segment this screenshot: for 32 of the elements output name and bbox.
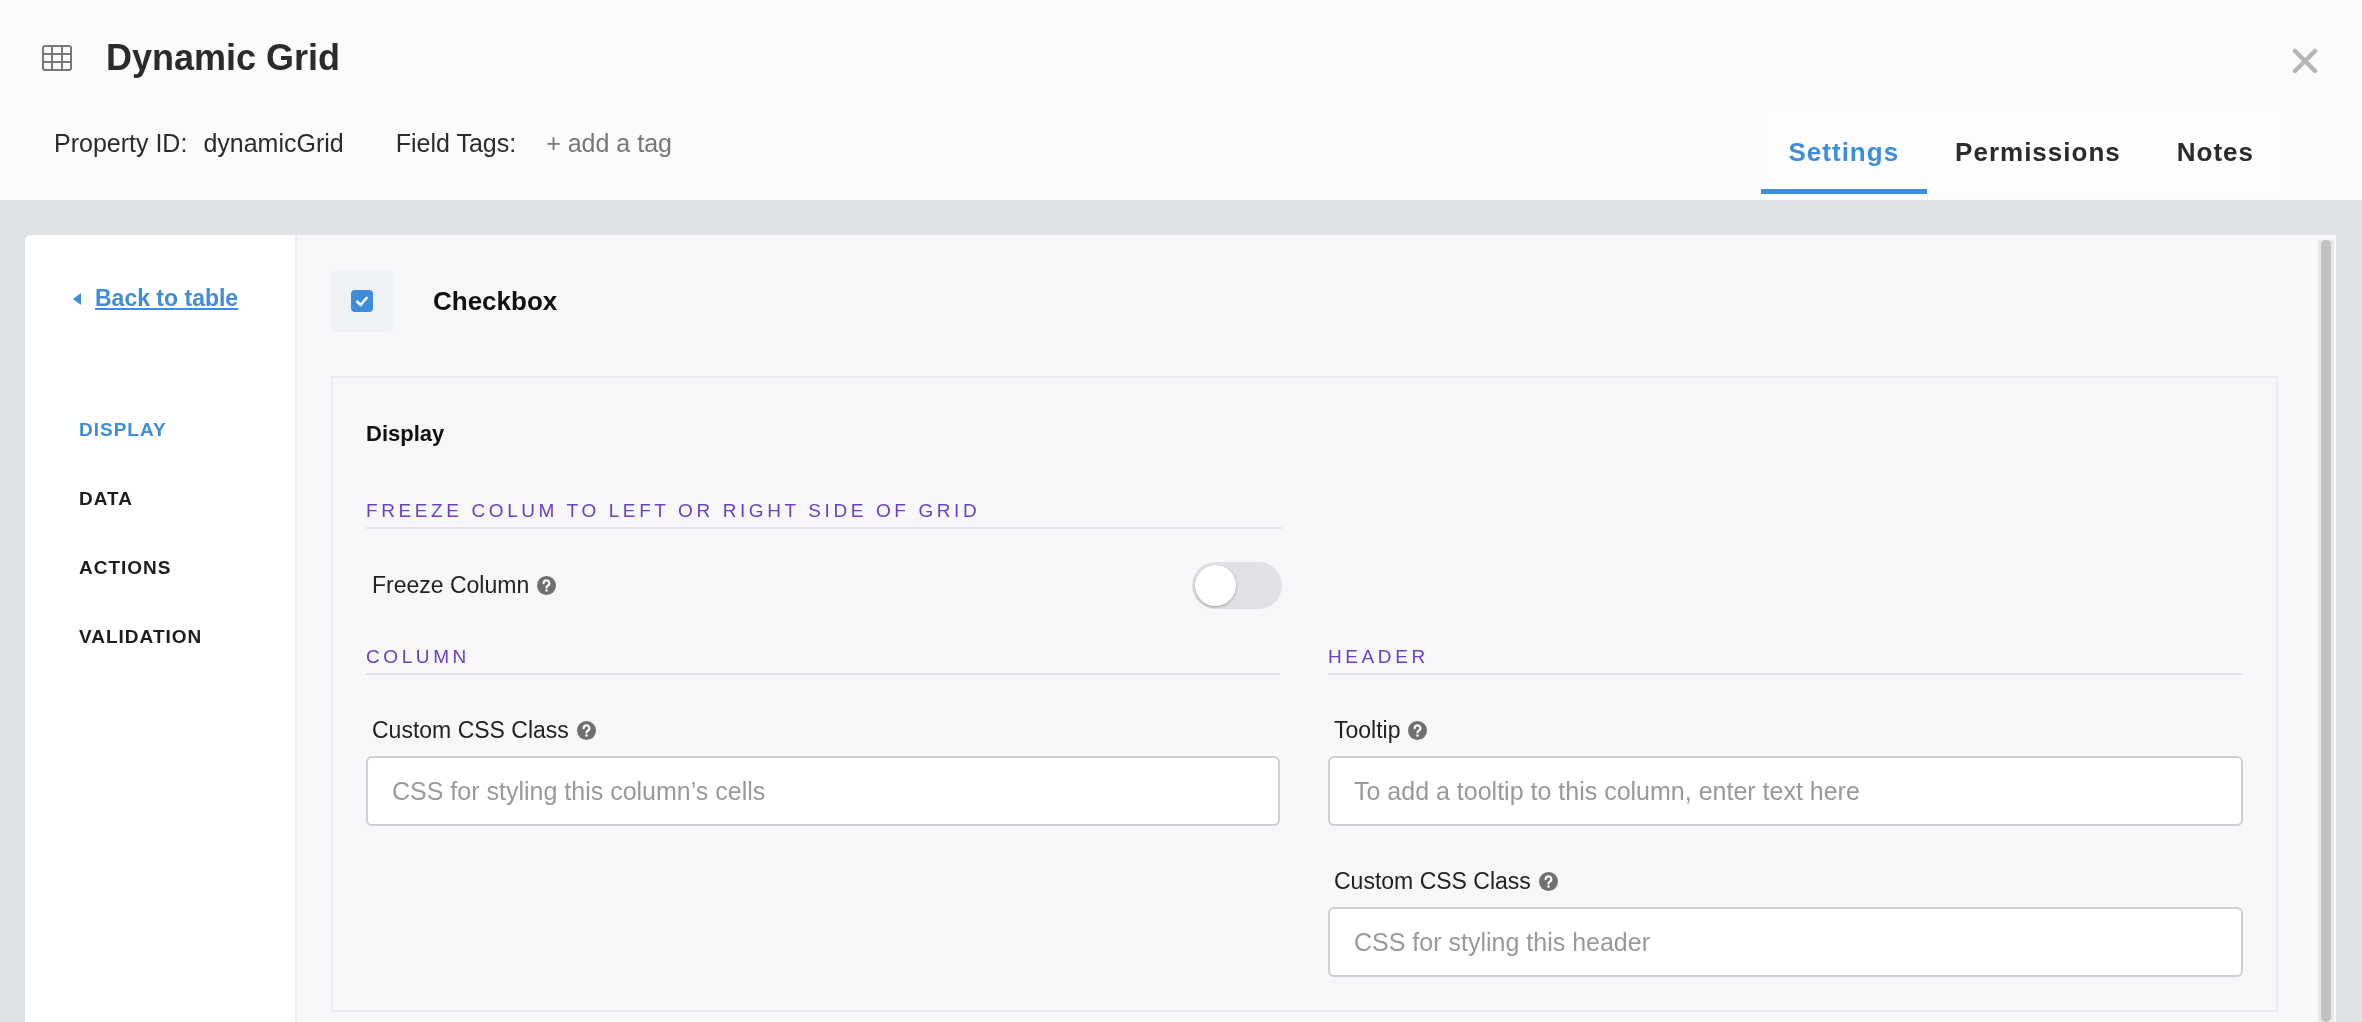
- help-icon: [576, 721, 596, 740]
- property-id-value: dynamicGrid: [203, 129, 344, 158]
- help-icon: [1408, 721, 1428, 740]
- section-heading: COLUMN: [366, 646, 470, 668]
- help-icon: [537, 576, 557, 595]
- checkbox[interactable]: [351, 290, 373, 312]
- caret-icon: [73, 292, 81, 305]
- add-tag-link[interactable]: + add a tag: [546, 129, 672, 158]
- section-heading: FREEZE COLUM TO LEFT OR RIGHT SIDE OF GRID: [366, 500, 981, 522]
- sidebar-item[interactable]: ACTIONS: [79, 557, 295, 579]
- property-id-label: Property ID:: [54, 129, 188, 158]
- field-label: Custom CSS Class: [372, 717, 569, 744]
- panel-title: Display: [366, 421, 445, 447]
- field-label: Tooltip: [1334, 717, 1401, 744]
- close-icon[interactable]: [2292, 48, 2318, 74]
- toggle-label: Freeze Column: [372, 572, 530, 599]
- tab[interactable]: Notes: [2148, 111, 2282, 194]
- section-heading: HEADER: [1328, 646, 1429, 668]
- text-input[interactable]: CSS for styling this header: [1328, 907, 2243, 977]
- dialog-title: Dynamic Grid: [106, 37, 341, 79]
- field-type-title: Checkbox: [433, 285, 558, 317]
- help-icon: [1538, 872, 1558, 891]
- text-input[interactable]: CSS for styling this column’s cells: [366, 756, 1280, 826]
- field-tags-label: Field Tags:: [395, 129, 517, 158]
- sidebar-item[interactable]: VALIDATION: [79, 626, 295, 648]
- grid-icon: [42, 45, 72, 71]
- scrollbar-thumb[interactable]: [2321, 240, 2331, 1022]
- sidebar-item[interactable]: DATA: [79, 488, 295, 510]
- text-input[interactable]: To add a tooltip to this column, enter text here: [1328, 756, 2243, 826]
- toggle-switch[interactable]: [1192, 562, 1282, 609]
- field-label: Custom CSS Class: [1334, 868, 1531, 895]
- tab[interactable]: Permissions: [1927, 111, 2149, 194]
